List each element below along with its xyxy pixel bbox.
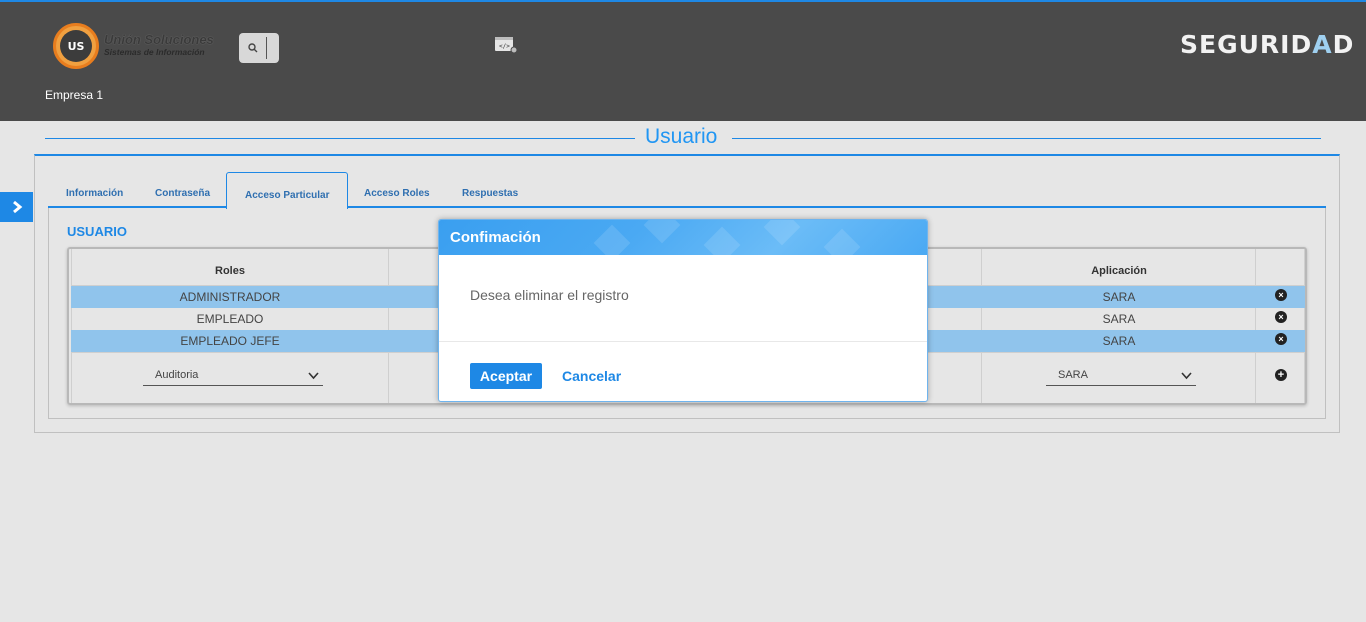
dialog-header: Confimación	[439, 220, 927, 266]
brand-text-accent: A	[1312, 30, 1333, 59]
brand-text-right: D	[1332, 30, 1355, 59]
search-icon	[248, 43, 258, 53]
remove-icon[interactable]: ×	[1275, 311, 1287, 323]
app-select[interactable]: SARA	[1046, 366, 1196, 386]
chevron-right-icon	[12, 200, 22, 214]
logo-title: Unión Soluciones	[104, 32, 214, 47]
company-name[interactable]: Empresa 1	[45, 88, 103, 102]
dialog-message: Desea eliminar el registro	[439, 255, 927, 342]
tab-acceso-particular-label: Acceso Particular	[245, 190, 330, 201]
row-rol: EMPLEADO	[196, 312, 264, 326]
tab-acceso-particular[interactable]: Acceso Particular	[226, 172, 348, 209]
title-divider-left	[45, 138, 635, 139]
dialog-footer: Aceptar Cancelar	[439, 342, 927, 401]
add-icon[interactable]: +	[1275, 369, 1287, 381]
row-app: SARA	[1102, 334, 1136, 348]
section-title: USUARIO	[67, 224, 127, 239]
row-rol: ADMINISTRADOR	[179, 290, 281, 304]
search-button[interactable]	[239, 33, 279, 63]
confirm-dialog: Confimación Desea eliminar el registro A…	[438, 219, 928, 402]
brand-text-left: SEGURID	[1180, 30, 1313, 59]
company-logo[interactable]: US Unión Soluciones Sistemas de Informac…	[53, 23, 214, 69]
rol-select-value: Auditoria	[155, 369, 199, 381]
tab-informacion[interactable]: Información	[66, 188, 123, 199]
tab-acceso-roles[interactable]: Acceso Roles	[364, 188, 430, 199]
brand-logo: SEGURIDAD	[1180, 30, 1354, 59]
row-app: SARA	[1102, 312, 1136, 326]
search-divider	[266, 37, 267, 59]
dialog-title: Confimación	[450, 229, 541, 246]
svg-text:</>: </>	[499, 43, 510, 50]
title-divider-right	[732, 138, 1321, 139]
chevron-down-icon	[1181, 372, 1192, 380]
remove-icon[interactable]: ×	[1275, 333, 1287, 345]
tab-respuestas[interactable]: Respuestas	[462, 188, 518, 199]
accept-button[interactable]: Aceptar	[470, 363, 542, 389]
rol-select[interactable]: Auditoria	[143, 366, 323, 386]
logo-mark: US	[53, 23, 99, 69]
tab-bar: Información Contraseña Acceso Particular…	[48, 172, 1326, 209]
header-aplicacion: Aplicación	[1091, 265, 1147, 277]
logo-mark-text: US	[60, 30, 92, 62]
page-title: Usuario	[645, 125, 718, 148]
header-roles: Roles	[215, 265, 245, 277]
row-rol: EMPLEADO JEFE	[180, 334, 280, 348]
app-settings-icon[interactable]: </>	[494, 35, 518, 55]
row-app: SARA	[1102, 290, 1136, 304]
sidebar-toggle-button[interactable]	[0, 192, 33, 222]
logo-subtitle: Sistemas de Información	[104, 47, 205, 57]
app-header: US Unión Soluciones Sistemas de Informac…	[0, 0, 1366, 121]
remove-icon[interactable]: ×	[1275, 289, 1287, 301]
tab-contrasena[interactable]: Contraseña	[155, 188, 210, 199]
cancel-button[interactable]: Cancelar	[562, 368, 621, 384]
app-select-value: SARA	[1058, 369, 1088, 381]
chevron-down-icon	[308, 372, 319, 380]
